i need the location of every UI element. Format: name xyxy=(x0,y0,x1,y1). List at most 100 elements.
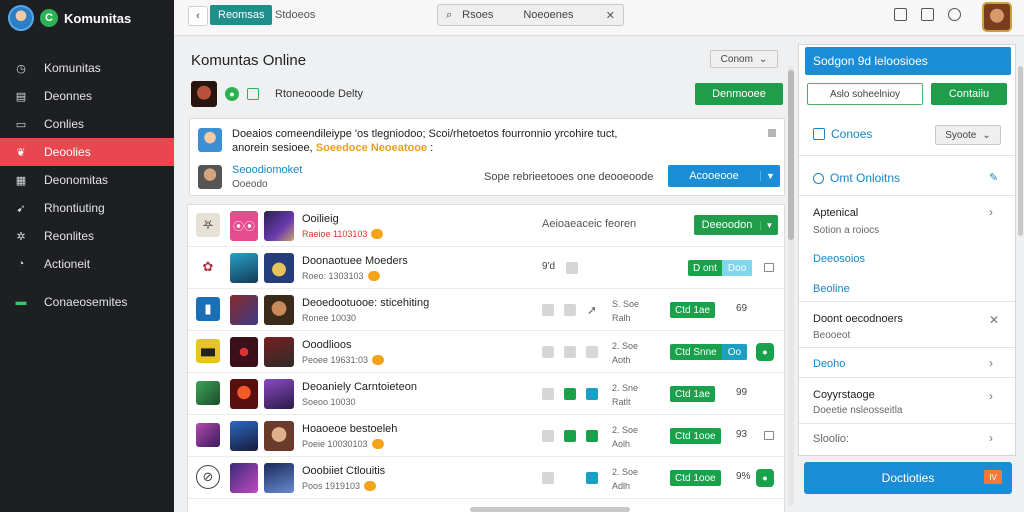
status-icon[interactable]: ● xyxy=(756,343,774,361)
list-item[interactable]: ⛧ ⦿⦿ Ooilieig Raeioe 1103103 Aeioaeaceic… xyxy=(188,205,784,247)
cursor-icon[interactable]: ➚ xyxy=(586,303,598,317)
list-item[interactable]: ▮ Deoedootuooe: sticehiting Ronee 10030 … xyxy=(188,289,784,331)
window-icon[interactable] xyxy=(764,263,774,272)
member-name[interactable]: Seoodiomoket xyxy=(232,164,302,176)
panel-item-sub: Doeetie nsleosseitla xyxy=(813,405,903,416)
emblem-icon: ▮ xyxy=(196,297,220,321)
breadcrumb[interactable]: Stdoeos xyxy=(275,9,315,21)
chevron-right-icon[interactable]: › xyxy=(989,431,993,445)
square-icon[interactable] xyxy=(586,472,598,484)
view-dropdown[interactable]: Conom ⌄ xyxy=(710,50,778,68)
panel-item[interactable]: Sloolio: xyxy=(813,433,849,445)
member-sub: Ooeodo xyxy=(232,179,268,190)
chevron-down-icon[interactable]: ▼ xyxy=(760,171,780,181)
chevron-down-icon: ⌄ xyxy=(982,129,991,141)
window-icon[interactable] xyxy=(894,8,907,21)
square-icon[interactable] xyxy=(542,346,554,358)
author-avatar[interactable] xyxy=(198,128,222,152)
pin-icon[interactable]: ✎ xyxy=(989,171,998,184)
back-button[interactable]: ‹ xyxy=(188,6,208,26)
row-pill[interactable]: Ctd 1ae xyxy=(670,386,716,402)
search-input[interactable]: ⌕ Rsoes Noeoenes ✕ xyxy=(437,4,624,26)
row-pill[interactable]: D ont Doo xyxy=(688,260,753,276)
join-button[interactable]: Denmooee xyxy=(695,83,783,105)
square-icon[interactable] xyxy=(564,346,576,358)
square-icon[interactable] xyxy=(586,388,598,400)
sidebar-item-rhontiuting[interactable]: ➹ Rhontiuting xyxy=(0,194,174,222)
panel-item[interactable]: Deoho xyxy=(813,358,845,370)
sidebar-item-komunitas[interactable]: ◷ Komunitas xyxy=(0,54,174,82)
list-item[interactable]: Deoaniely Carntoieteon Soeoo 10030 2. Sn… xyxy=(188,373,784,415)
row-pill[interactable]: Ctd 1ae xyxy=(670,302,716,318)
divider xyxy=(799,347,1015,348)
sidebar-item-conaeosemites[interactable]: ▬ Conaeosemites xyxy=(0,288,174,316)
chevron-down-icon[interactable]: ▼ xyxy=(760,220,778,230)
horizontal-scrollbar[interactable] xyxy=(470,507,630,512)
square-icon[interactable] xyxy=(564,430,576,442)
row-title: Ooobiiet Ctlouitis xyxy=(302,465,386,477)
row-pill[interactable]: Ctd 1ooe xyxy=(670,470,721,486)
settings-icon[interactable] xyxy=(948,8,961,21)
section-conoes[interactable]: Conoes xyxy=(813,127,872,141)
pill-value: Oo xyxy=(721,344,748,360)
compass-icon: ⊘ xyxy=(196,465,220,489)
row-action-label: Deeoodon xyxy=(701,219,753,231)
profile-avatar[interactable] xyxy=(982,2,1012,32)
tab-reomsas[interactable]: Reomsas xyxy=(210,5,273,25)
chevron-right-icon[interactable]: › xyxy=(989,205,993,219)
panel-bottom-button[interactable]: Doctioties IV xyxy=(804,462,1012,494)
sidebar-item-actioneit[interactable]: ◔ Actioneit xyxy=(0,250,174,278)
panel-item[interactable]: Doont oecodnoers xyxy=(813,313,903,325)
square-icon[interactable] xyxy=(564,388,576,400)
panel-search-input[interactable]: Aslo soheelnioy xyxy=(807,83,923,105)
clear-icon[interactable]: ✕ xyxy=(606,9,615,22)
square-icon[interactable] xyxy=(566,262,578,274)
accept-button[interactable]: Acooeooe ▼ xyxy=(668,165,780,187)
list-item[interactable]: ▆▆ Ooodlioos Peoee 19631:03 2. Soe Aoth C… xyxy=(188,331,784,373)
panel-continue-button[interactable]: Contaiiu xyxy=(931,83,1007,105)
panel-scrollbar[interactable] xyxy=(1018,66,1023,236)
square-icon[interactable] xyxy=(542,388,554,400)
row-action-button[interactable]: Deeoodon ▼ xyxy=(694,215,778,235)
row-count: 69 xyxy=(736,303,748,314)
chevron-right-icon[interactable]: › xyxy=(989,389,993,403)
square-icon[interactable] xyxy=(564,304,576,316)
sidebar-item-deonomitas[interactable]: ▦ Deonomitas xyxy=(0,166,174,194)
chevron-right-icon[interactable]: › xyxy=(989,356,993,370)
window-icon[interactable] xyxy=(764,431,774,440)
main-content: Komuntas Online Conom ⌄ ● Rtoneooode Del… xyxy=(187,44,787,512)
close-icon[interactable] xyxy=(768,129,776,137)
sidebar-item-deoolies[interactable]: ❦ Deoolies xyxy=(0,138,174,166)
square-icon[interactable] xyxy=(542,304,554,316)
panel-item[interactable]: Aptenical xyxy=(813,207,858,219)
close-icon[interactable]: ✕ xyxy=(989,313,999,327)
row-pill[interactable]: Ctd Snne Oo xyxy=(670,344,748,360)
panel-item[interactable]: Deeosoios xyxy=(813,253,865,265)
list-item[interactable]: Hoaoeoe bestoeleh Poeie 10030103 2. Soe A… xyxy=(188,415,784,457)
sidebar-item-reonlites[interactable]: ✲ Reonlites xyxy=(0,222,174,250)
sidebar-item-deonnes[interactable]: ▤ Deonnes xyxy=(0,82,174,110)
game-art xyxy=(230,421,258,451)
community-thumbnail[interactable] xyxy=(191,81,217,107)
panel-item[interactable]: Beoline xyxy=(813,283,850,295)
square-icon[interactable] xyxy=(586,430,598,442)
section-online[interactable]: Omt Onloitns xyxy=(813,171,900,185)
sort-dropdown[interactable]: Syoote ⌄ xyxy=(935,125,1001,145)
user-avatar[interactable] xyxy=(8,5,34,31)
filter-icon xyxy=(813,128,825,140)
panel-item[interactable]: Coyyrstaoge xyxy=(813,389,875,401)
square-icon[interactable] xyxy=(542,430,554,442)
post-highlight[interactable]: Soeedoce Neoeatooe xyxy=(316,142,427,154)
scrollbar-thumb[interactable] xyxy=(788,70,794,240)
square-icon[interactable] xyxy=(586,346,598,358)
row-sub: Poos 1919103 xyxy=(302,481,377,491)
row-pill[interactable]: Ctd 1ooe xyxy=(670,428,721,444)
sidebar-item-conlies[interactable]: ▭ Conlies xyxy=(0,110,174,138)
list-item[interactable]: ✿ Doonaotuee Moeders Roeo: 1303103 9'd D… xyxy=(188,247,784,289)
square-icon[interactable] xyxy=(542,472,554,484)
list-item[interactable]: ⊘ Ooobiiet Ctlouitis Poos 1919103 2. Soe… xyxy=(188,457,784,499)
main-scrollbar[interactable] xyxy=(788,66,794,506)
member-avatar[interactable] xyxy=(198,165,222,189)
status-icon[interactable]: ● xyxy=(756,469,774,487)
bell-icon[interactable] xyxy=(921,8,934,21)
